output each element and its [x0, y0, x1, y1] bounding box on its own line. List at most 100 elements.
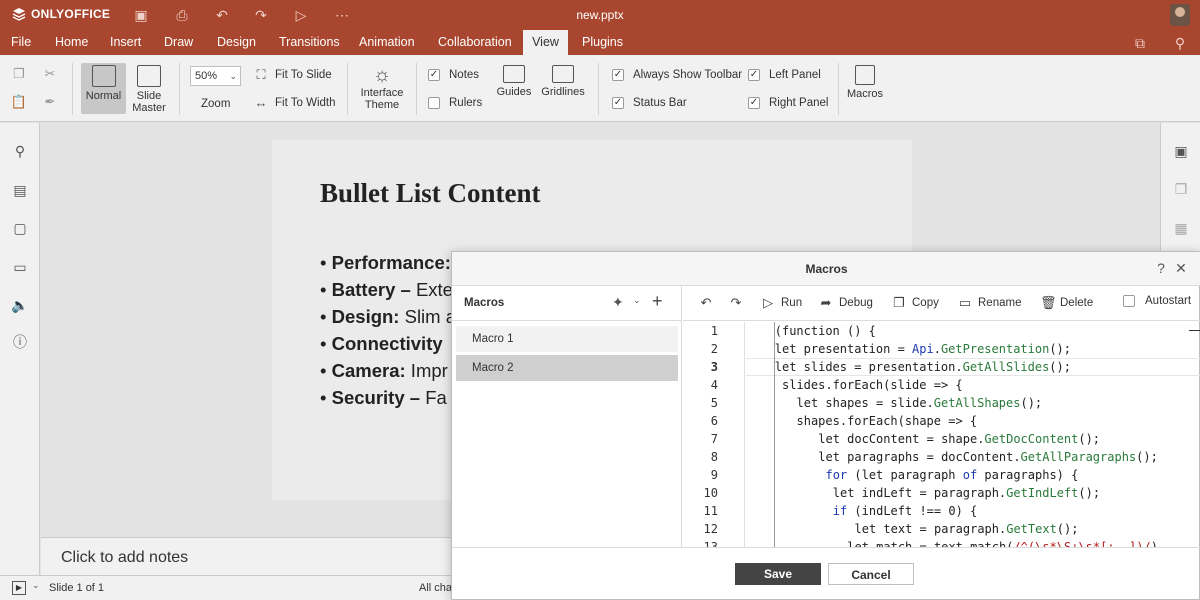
tab-plugins[interactable]: Plugins [574, 30, 631, 55]
copy-icon[interactable]: ❐ [10, 65, 28, 83]
cut-icon[interactable]: ✂ [41, 65, 59, 83]
gridlines-button[interactable]: Gridlines [540, 63, 586, 119]
search-icon[interactable]: ⚲ [10, 141, 30, 161]
macro-list-panel: Macros ✦ ⌄ + Macro 1 Macro 2 [452, 286, 682, 547]
tab-insert[interactable]: Insert [102, 30, 149, 55]
undo-icon: ↶ [700, 295, 712, 310]
bullet-text: Slim a [399, 306, 457, 327]
line-number: 8 [710, 450, 718, 464]
slide-title[interactable]: Bullet List Content [320, 178, 541, 209]
bullet-text: Fa [420, 387, 447, 408]
more-icon[interactable]: ⋯ [332, 5, 352, 25]
line-number: 4 [710, 378, 718, 392]
right-panel-label: Right Panel [769, 97, 829, 109]
notes-checkbox[interactable]: ✓ Notes [428, 69, 479, 81]
zoom-select[interactable]: 50% ⌄ [190, 66, 241, 86]
macros-button[interactable]: Macros [845, 63, 885, 114]
tab-file[interactable]: File [3, 30, 39, 55]
always-show-toolbar-checkbox[interactable]: ✓ Always Show Toolbar [612, 69, 742, 81]
macro-item[interactable]: Macro 1 [456, 326, 678, 352]
redo-icon[interactable]: ↷ [251, 5, 271, 25]
slide-master-button[interactable]: Slide Master [128, 63, 170, 114]
undo-button[interactable]: ↶ [699, 295, 713, 311]
line-number: 13 [703, 540, 718, 547]
code-editor[interactable]: 1 2 3 4 5 6 7 8 9 10 11 12 13 (function () {let pres… [683, 322, 1200, 547]
tab-collaboration[interactable]: Collaboration [430, 30, 520, 55]
chevron-down-icon[interactable]: ⌄ [633, 295, 641, 306]
tab-animation[interactable]: Animation [351, 30, 423, 55]
bullet-bold-text: Battery – [331, 279, 411, 300]
chat-icon[interactable]: ▭ [10, 257, 30, 277]
tab-home[interactable]: Home [47, 30, 96, 55]
undo-icon[interactable]: ↶ [212, 5, 232, 25]
ai-sparkle-icon[interactable]: ✦ [612, 294, 624, 311]
slide-counter: Slide 1 of 1 [49, 582, 105, 594]
autostart-checkbox[interactable]: Autostart [1123, 295, 1191, 307]
bullet-list[interactable]: • Performance: • Battery – Exte • Design… [320, 252, 456, 414]
line-number: 12 [703, 522, 718, 536]
delete-button[interactable]: 🗑 Delete [1040, 295, 1093, 311]
code-line: let slides = presentation.GetAllSlides()… [774, 360, 1071, 374]
guides-button[interactable]: Guides [493, 63, 535, 119]
list-item: • Camera: Impr [320, 360, 448, 381]
scrollbar-thumb[interactable] [1189, 330, 1200, 331]
code-line: let presentation = Api.GetPresentation()… [774, 342, 1072, 356]
notes-checkbox-label: Notes [449, 69, 480, 81]
play-slideshow-icon[interactable]: ▶ [12, 581, 26, 595]
comments-icon[interactable]: ▢ [10, 218, 30, 238]
debug-button[interactable]: ➦ Debug [819, 295, 873, 311]
fit-to-slide-button[interactable]: Fit To Slide [275, 69, 332, 81]
tab-view[interactable]: View [523, 30, 568, 55]
chevron-down-icon[interactable]: ⌄ [32, 580, 40, 591]
close-icon[interactable]: ✕ [1172, 259, 1190, 277]
status-bar-checkbox[interactable]: ✓ Status Bar [612, 97, 687, 109]
left-panel-checkbox[interactable]: ✓ Left Panel [748, 69, 821, 81]
notes-placeholder: Click to add notes [61, 549, 189, 566]
macros-label: Macros [846, 88, 884, 100]
search-icon[interactable]: ⚲ [1170, 33, 1190, 53]
line-number: 7 [710, 432, 718, 446]
print-icon[interactable]: ⎙ [172, 5, 192, 25]
bullet-bold-text: Camera: [331, 360, 406, 381]
redo-button[interactable]: ↷ [729, 295, 743, 311]
format-painter-icon[interactable]: ✒ [41, 93, 59, 111]
rulers-checkbox-box [428, 97, 440, 109]
fit-to-width-button[interactable]: Fit To Width [275, 97, 336, 109]
paste-icon[interactable]: 📋 [10, 93, 28, 111]
fit-to-slide-icon: ⛶ [256, 67, 266, 82]
tab-design[interactable]: Design [209, 30, 264, 55]
line-number: 11 [703, 504, 718, 518]
right-panel-checkbox[interactable]: ✓ Right Panel [748, 97, 828, 109]
user-avatar[interactable] [1170, 4, 1190, 26]
add-macro-icon[interactable]: + [652, 291, 663, 312]
cancel-button[interactable]: Cancel [828, 563, 914, 585]
code-line: let text = paragraph.GetText(); [854, 522, 1079, 536]
copy-button[interactable]: ❐ Copy [892, 295, 939, 311]
macro-item-selected[interactable]: Macro 2 [456, 355, 678, 381]
start-slideshow-icon[interactable]: ▷ [291, 5, 311, 25]
slides-thumbnails-icon[interactable]: ▤ [10, 180, 30, 200]
rulers-checkbox[interactable]: Rulers [428, 97, 482, 109]
checkbox-box: ✓ [612, 97, 624, 109]
save-button[interactable]: Save [735, 563, 821, 585]
save-icon[interactable]: ▣ [131, 5, 151, 25]
image-settings-icon[interactable]: ▦ [1171, 218, 1191, 238]
line-number-gutter: 1 2 3 4 5 6 7 8 9 10 11 12 13 [683, 322, 745, 547]
tab-draw[interactable]: Draw [156, 30, 201, 55]
shape-settings-icon[interactable]: ❐ [1171, 179, 1191, 199]
run-button[interactable]: ▷ Run [761, 295, 802, 311]
feedback-icon[interactable]: 🔈 [10, 295, 30, 315]
autostart-checkbox-box [1123, 295, 1135, 307]
line-number: 5 [710, 396, 718, 410]
open-location-icon[interactable]: ⧉ [1130, 33, 1150, 53]
tab-transitions[interactable]: Transitions [271, 30, 348, 55]
bullet-text: Impr [405, 360, 448, 381]
about-icon[interactable]: ⓘ [10, 332, 30, 352]
interface-theme-button[interactable]: ☼ Interface Theme [357, 63, 407, 119]
slide-settings-icon[interactable]: ▣ [1171, 141, 1191, 161]
line-number: 9 [710, 468, 718, 482]
normal-view-button[interactable]: Normal [81, 63, 126, 114]
help-icon[interactable]: ? [1152, 259, 1170, 277]
redo-icon: ↷ [730, 295, 742, 310]
rename-button[interactable]: ▭ Rename [958, 295, 1022, 311]
